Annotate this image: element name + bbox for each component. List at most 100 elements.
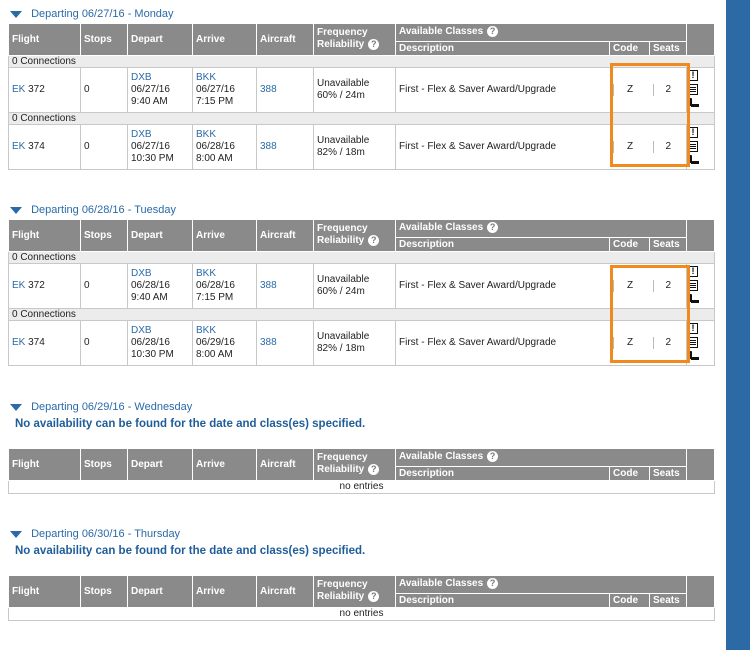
connections-label: 0 Connections <box>7 55 716 68</box>
available-classes-label: Available Classes <box>399 578 484 590</box>
col-seats: Seats <box>648 466 688 481</box>
arrive-date: 06/28/16 <box>196 280 235 291</box>
aircraft-link[interactable]: 388 <box>260 84 277 95</box>
frequency-status: Unavailable <box>317 331 370 342</box>
help-icon[interactable]: ? <box>487 26 499 38</box>
col-description: Description <box>395 41 610 56</box>
arrive-airport-link[interactable]: BKK <box>196 268 216 279</box>
arrive-time: 8:00 AM <box>196 349 233 360</box>
table-row: EK 374 0 DXB 06/27/16 10:30 PM BKK 06/28/16… <box>8 124 716 170</box>
stops-cell: 0 <box>80 263 128 309</box>
help-icon[interactable]: ? <box>368 464 380 476</box>
depart-airport-link[interactable]: DXB <box>131 129 152 140</box>
arrive-time: 7:15 PM <box>196 96 234 107</box>
col-flight: Flight <box>8 448 81 481</box>
col-icons <box>686 219 716 252</box>
flight-number: 372 <box>28 84 45 95</box>
connections-label: 0 Connections <box>7 308 716 321</box>
arrive-cell: BKK 06/28/16 7:15 PM <box>192 263 257 309</box>
col-available-classes: Available Classes? <box>394 575 688 594</box>
flights-table: Flight Stops Depart Arrive Aircraft Freq… <box>7 448 716 494</box>
airline-link[interactable]: EK <box>12 280 25 291</box>
help-icon[interactable]: ? <box>368 39 380 51</box>
depart-cell: DXB 06/27/16 10:30 PM <box>127 124 193 170</box>
collapse-triangle-icon[interactable] <box>10 530 22 538</box>
available-classes-label: Available Classes <box>399 26 484 38</box>
no-availability-message: No availability can be found for the dat… <box>15 545 366 557</box>
stops-cell: 0 <box>80 67 128 113</box>
collapse-triangle-icon[interactable] <box>10 10 22 18</box>
arrive-date: 06/28/16 <box>196 141 235 152</box>
arrive-airport-link[interactable]: BKK <box>196 129 216 140</box>
arrive-time: 8:00 AM <box>196 153 233 164</box>
depart-time: 9:40 AM <box>131 96 168 107</box>
aircraft-cell: 388 <box>256 263 314 309</box>
depart-date: 06/27/16 <box>131 84 170 95</box>
departure-section-0627: Departing 06/27/16 - Monday Flight Stops… <box>7 7 716 170</box>
help-icon[interactable]: ? <box>368 235 380 247</box>
frequency-label: Frequency <box>317 452 368 464</box>
arrive-date: 06/27/16 <box>196 84 235 95</box>
col-icons <box>686 575 716 608</box>
reliability-label: Reliability <box>317 39 365 51</box>
help-icon[interactable]: ? <box>368 591 380 603</box>
depart-cell: DXB 06/28/16 10:30 PM <box>127 320 193 366</box>
reliability-value: 82% / 18m <box>317 147 365 158</box>
collapse-triangle-icon[interactable] <box>10 206 22 214</box>
reliability-value: 82% / 18m <box>317 343 365 354</box>
col-flight: Flight <box>8 23 81 56</box>
help-icon[interactable]: ? <box>487 578 499 590</box>
arrive-airport-link[interactable]: BKK <box>196 325 216 336</box>
scrollbar[interactable] <box>726 0 750 650</box>
departure-header[interactable]: Departing 06/27/16 - Monday <box>8 7 714 21</box>
aircraft-link[interactable]: 388 <box>260 141 277 152</box>
flight-cell: EK 372 <box>8 263 81 309</box>
col-icons <box>686 23 716 56</box>
flight-cell: EK 372 <box>8 67 81 113</box>
col-aircraft: Aircraft <box>256 575 314 608</box>
connections-label: 0 Connections <box>7 251 716 264</box>
aircraft-link[interactable]: 388 <box>260 337 277 348</box>
departure-header[interactable]: Departing 06/28/16 - Tuesday <box>8 203 714 217</box>
col-code: Code <box>609 593 650 608</box>
col-seats: Seats <box>648 41 688 56</box>
actions-cell: ! <box>686 320 716 366</box>
help-icon[interactable]: ? <box>487 222 499 234</box>
col-available-classes: Available Classes? <box>394 219 688 238</box>
airline-link[interactable]: EK <box>12 337 25 348</box>
departure-header[interactable]: Departing 06/29/16 - Wednesday <box>8 400 714 414</box>
frequency-cell: Unavailable 60% / 24m <box>313 263 396 309</box>
airline-link[interactable]: EK <box>12 84 25 95</box>
aircraft-cell: 388 <box>256 67 314 113</box>
depart-time: 10:30 PM <box>131 153 174 164</box>
highlight-box <box>610 63 690 167</box>
depart-date: 06/28/16 <box>131 280 170 291</box>
depart-time: 9:40 AM <box>131 292 168 303</box>
help-icon[interactable]: ? <box>487 451 499 463</box>
actions-cell: ! <box>686 67 716 113</box>
col-stops: Stops <box>80 448 128 481</box>
frequency-cell: Unavailable 82% / 18m <box>313 124 396 170</box>
depart-airport-link[interactable]: DXB <box>131 268 152 279</box>
depart-airport-link[interactable]: DXB <box>131 325 152 336</box>
arrive-date: 06/29/16 <box>196 337 235 348</box>
aircraft-link[interactable]: 388 <box>260 280 277 291</box>
airline-link[interactable]: EK <box>12 141 25 152</box>
aircraft-cell: 388 <box>256 320 314 366</box>
col-depart: Depart <box>127 448 193 481</box>
frequency-status: Unavailable <box>317 135 370 146</box>
col-description: Description <box>395 593 610 608</box>
arrive-airport-link[interactable]: BKK <box>196 72 216 83</box>
collapse-triangle-icon[interactable] <box>10 403 22 411</box>
departure-header[interactable]: Departing 06/30/16 - Thursday <box>8 527 714 541</box>
description-cell: First - Flex & Saver Award/Upgrade <box>395 124 610 170</box>
departure-title: Departing 06/27/16 - Monday <box>31 8 174 20</box>
depart-airport-link[interactable]: DXB <box>131 72 152 83</box>
table-row: EK 372 0 DXB 06/27/16 9:40 AM BKK 06/27/16 7… <box>8 67 716 113</box>
departure-title: Departing 06/29/16 - Wednesday <box>31 401 193 413</box>
col-code: Code <box>609 237 650 252</box>
departure-section-0630: Departing 06/30/16 - Thursday No availab… <box>7 527 716 621</box>
col-frequency: Frequency Reliability? <box>313 575 396 608</box>
col-icons <box>686 448 716 481</box>
departure-title: Departing 06/30/16 - Thursday <box>31 528 181 540</box>
